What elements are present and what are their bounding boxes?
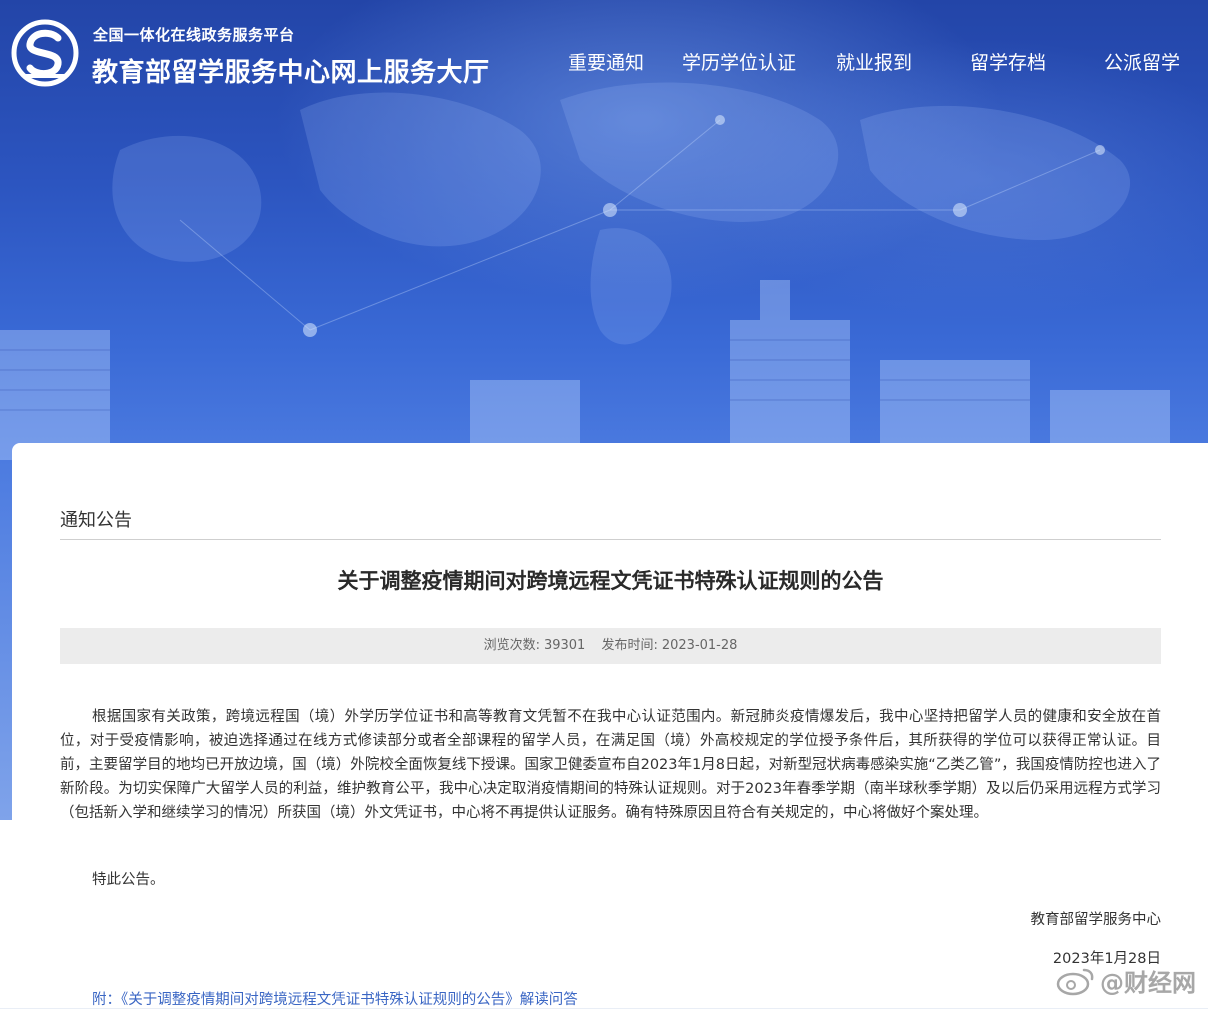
published-meta: 发布时间: 2023-01-28 xyxy=(601,638,737,653)
article-closing: 特此公告。 xyxy=(92,872,165,888)
published-label: 发布时间: xyxy=(601,638,658,653)
platform-label: 全国一体化在线政务服务平台 xyxy=(93,26,295,44)
watermark-text: @财经网 xyxy=(1100,969,1196,997)
left-edge-strip-lower xyxy=(0,820,12,1008)
article-body: 根据国家有关政策，跨境远程国（境）外学历学位证书和高等教育文凭暂不在我中心认证范… xyxy=(60,705,1161,825)
weibo-icon xyxy=(1056,968,1094,995)
nav-item-degree-verification[interactable]: 学历学位认证 xyxy=(682,48,796,75)
views-label: 浏览次数: xyxy=(483,638,540,653)
article-signature: 教育部留学服务中心 xyxy=(1030,912,1162,928)
views-meta: 浏览次数: 39301 xyxy=(484,638,586,653)
watermark: @财经网 xyxy=(1056,963,1196,998)
section-label[interactable]: 通知公告 xyxy=(60,506,132,532)
nav-item-employment-registration[interactable]: 就业报到 xyxy=(836,48,912,75)
article-paragraph: 根据国家有关政策，跨境远程国（境）外学历学位证书和高等教育文凭暂不在我中心认证范… xyxy=(60,709,1161,821)
left-edge-strip xyxy=(0,460,12,820)
published-date: 2023-01-28 xyxy=(661,638,738,653)
site-header: 全国一体化在线政务服务平台 教育部留学服务中心网上服务大厅 重要通知 学历学位认… xyxy=(0,0,1208,110)
article-title: 关于调整疫情期间对跨境远程文凭证书特殊认证规则的公告 xyxy=(337,569,884,593)
nav-item-study-archive[interactable]: 留学存档 xyxy=(970,48,1046,75)
section-divider xyxy=(60,539,1161,540)
article-panel: 通知公告 关于调整疫情期间对跨境远程文凭证书特殊认证规则的公告 浏览次数: 393… xyxy=(12,443,1208,1008)
site-title[interactable]: 教育部留学服务中心网上服务大厅 xyxy=(92,52,490,89)
nav-item-notices[interactable]: 重要通知 xyxy=(568,48,644,75)
article-meta-bar: 浏览次数: 39301 发布时间: 2023-01-28 xyxy=(60,628,1161,664)
views-count: 39301 xyxy=(543,638,586,653)
attachment-link[interactable]: 附：《关于调整疫情期间对跨境远程文凭证书特殊认证规则的公告》解读问答 xyxy=(92,988,578,1009)
ministry-logo-icon[interactable] xyxy=(10,18,80,88)
nav-item-government-sponsored[interactable]: 公派留学 xyxy=(1104,48,1180,75)
